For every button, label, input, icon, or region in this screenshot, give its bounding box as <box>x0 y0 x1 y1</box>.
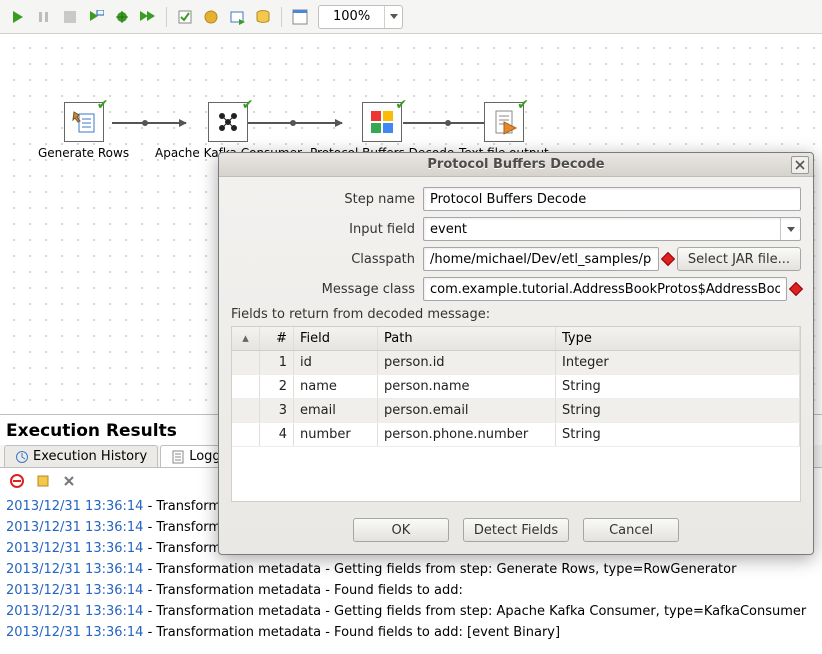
chevron-down-icon <box>780 218 800 240</box>
grid-row[interactable]: 4numberperson.phone.numberString <box>232 423 800 447</box>
check-icon: ✔ <box>242 97 254 113</box>
history-icon <box>15 450 29 464</box>
input-field-select[interactable]: event <box>423 217 801 241</box>
verify-button[interactable] <box>173 5 197 29</box>
debug-button[interactable] <box>110 5 134 29</box>
log-settings-button[interactable] <box>34 472 52 490</box>
col-type-head[interactable]: Type <box>556 327 800 350</box>
impact-button[interactable] <box>199 5 223 29</box>
select-jar-button[interactable]: Select JAR file... <box>677 247 801 271</box>
zoom-dropdown-icon[interactable] <box>384 6 402 28</box>
sql-button[interactable] <box>225 5 249 29</box>
step-generate-rows[interactable]: ✔ Generate Rows <box>38 102 129 160</box>
input-field-label: Input field <box>231 222 423 237</box>
zoom-value: 100% <box>319 9 384 24</box>
pause-button[interactable] <box>32 5 56 29</box>
message-class-input[interactable] <box>423 277 787 301</box>
log-icon <box>171 450 185 464</box>
log-row: 2013/12/31 13:36:14 - Transformation met… <box>6 601 816 622</box>
tab-execution-history[interactable]: Execution History <box>4 445 158 467</box>
show-results-button[interactable] <box>288 5 312 29</box>
col-num-head[interactable]: # <box>260 327 294 350</box>
toolbar: 100% <box>0 0 822 34</box>
col-path-head[interactable]: Path <box>378 327 556 350</box>
log-row: 2013/12/31 13:36:14 - Transformation met… <box>6 559 816 580</box>
grid-row[interactable]: 3emailperson.emailString <box>232 399 800 423</box>
log-row: 2013/12/31 13:36:14 - Transformation met… <box>6 580 816 601</box>
grid-header: ▴ # Field Path Type <box>232 327 800 351</box>
replay-button[interactable] <box>136 5 160 29</box>
zoom-select[interactable]: 100% <box>318 5 403 29</box>
grid-row[interactable]: 2nameperson.nameString <box>232 375 800 399</box>
step-name-label: Step name <box>231 192 423 207</box>
step-label: Generate Rows <box>38 146 129 160</box>
close-button[interactable] <box>791 156 809 174</box>
check-icon: ✔ <box>97 97 109 113</box>
fields-grid[interactable]: ▴ # Field Path Type 1idperson.idInteger … <box>231 326 801 502</box>
clear-log-button[interactable] <box>8 472 26 490</box>
cancel-button[interactable]: Cancel <box>583 518 679 542</box>
run-button[interactable] <box>6 5 30 29</box>
classpath-label: Classpath <box>231 252 423 267</box>
message-class-label: Message class <box>231 282 423 297</box>
ok-button[interactable]: OK <box>353 518 449 542</box>
dialog-title-bar[interactable]: Protocol Buffers Decode <box>219 153 813 177</box>
col-field-head[interactable]: Field <box>294 327 378 350</box>
variable-indicator-icon <box>663 254 673 264</box>
check-icon: ✔ <box>395 97 407 113</box>
step-name-input[interactable] <box>423 187 801 211</box>
stop-button[interactable] <box>58 5 82 29</box>
close-icon <box>795 160 805 170</box>
log-tools-button[interactable] <box>60 472 78 490</box>
preview-button[interactable] <box>84 5 108 29</box>
dialog-protobuf-decode: Protocol Buffers Decode Step name Input … <box>218 152 814 555</box>
variable-indicator-icon <box>791 284 801 294</box>
col-select-head[interactable]: ▴ <box>232 327 260 350</box>
detect-fields-button[interactable]: Detect Fields <box>463 518 569 542</box>
grid-row[interactable]: 1idperson.idInteger <box>232 351 800 375</box>
fields-section-label: Fields to return from decoded message: <box>231 307 801 322</box>
check-icon: ✔ <box>517 97 529 113</box>
classpath-input[interactable] <box>423 247 659 271</box>
log-row: 2013/12/31 13:36:14 - Transformation met… <box>6 622 816 643</box>
dialog-title: Protocol Buffers Decode <box>427 157 604 172</box>
explore-db-button[interactable] <box>251 5 275 29</box>
